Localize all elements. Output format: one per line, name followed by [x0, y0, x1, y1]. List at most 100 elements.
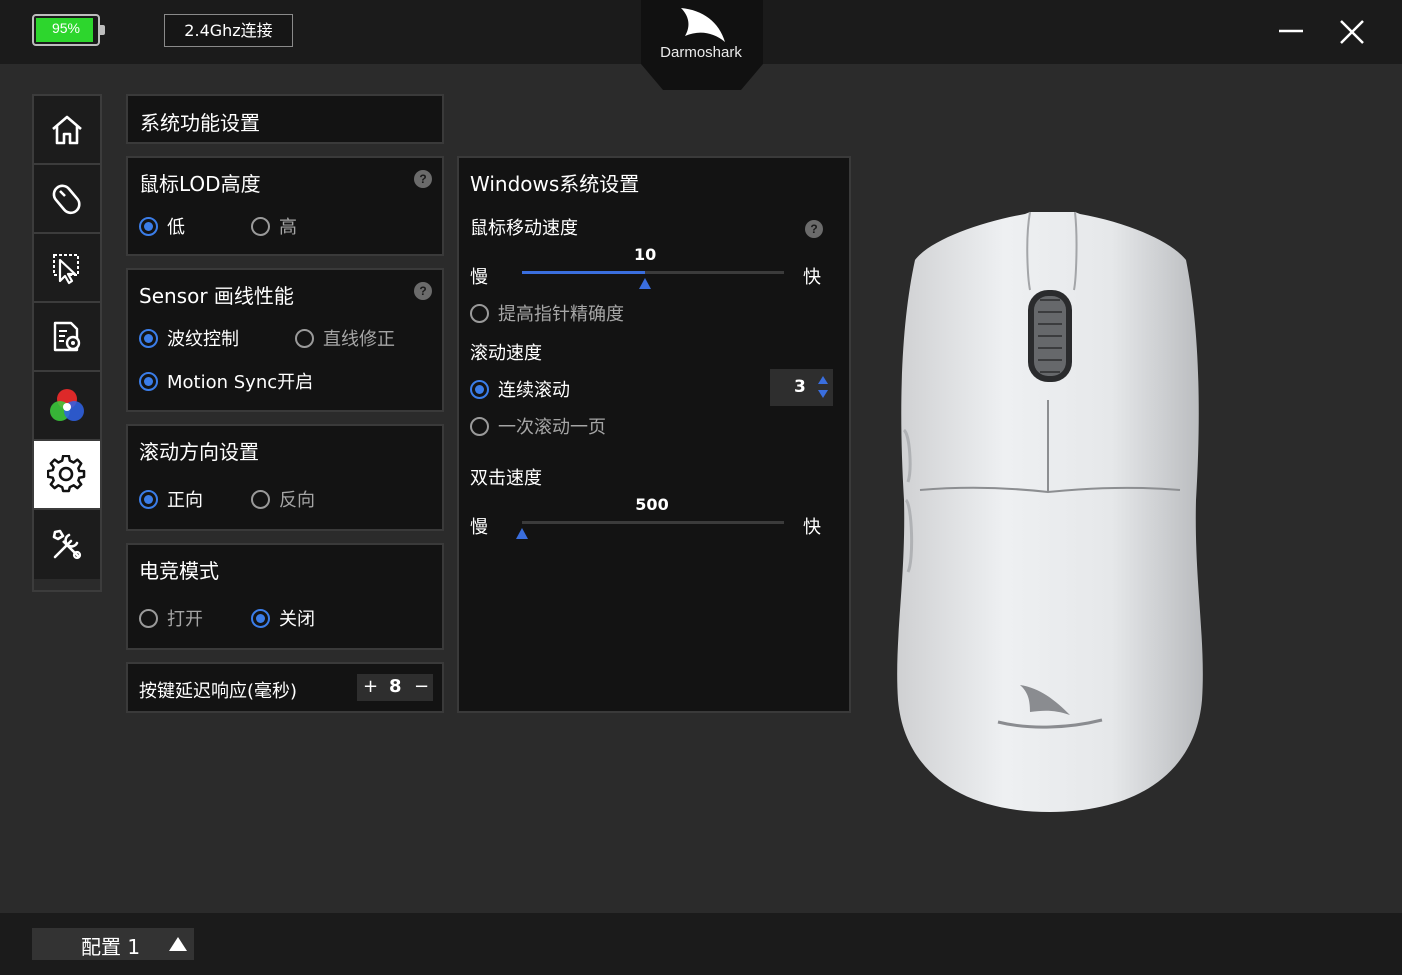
- scroll-speed-label: 滚动速度: [470, 343, 542, 364]
- triangle-up-icon[interactable]: [169, 937, 187, 951]
- profile-label: 配置 1: [81, 935, 141, 959]
- lod-option-low-label: 低: [167, 217, 185, 238]
- radio-selected-icon: [139, 489, 158, 509]
- sidebar-item-home[interactable]: [34, 96, 100, 165]
- sidebar-item-performance[interactable]: [34, 303, 100, 372]
- esports-option-on[interactable]: 打开: [139, 605, 203, 631]
- radio-selected-icon: [470, 379, 489, 399]
- scroll-direction-title: 滚动方向设置: [139, 440, 259, 464]
- esports-option-off-label: 关闭: [279, 609, 315, 630]
- sidebar-item-lighting[interactable]: [34, 372, 100, 441]
- sidebar-nav: [32, 94, 102, 592]
- close-button[interactable]: [1336, 16, 1368, 48]
- scroll-page-label: 一次滚动一页: [498, 417, 606, 438]
- double-click-thumb[interactable]: [516, 528, 528, 539]
- sensor-option-motion-sync[interactable]: Motion Sync开启: [139, 368, 313, 394]
- spinner-up-arrow-icon[interactable]: [818, 376, 828, 384]
- pointer-precision-option[interactable]: 提高指针精确度: [470, 300, 624, 326]
- rgb-icon: [50, 388, 84, 421]
- lod-option-high-label: 高: [279, 217, 297, 238]
- double-click-slider[interactable]: [522, 521, 784, 524]
- radio-unselected-icon: [251, 216, 270, 236]
- scroll-direction-forward[interactable]: 正向: [139, 486, 203, 512]
- key-latency-panel: 按键延迟响应(毫秒) + 8 −: [126, 662, 444, 713]
- double-click-fast-label: 快: [803, 517, 821, 538]
- sensor-option-angle-snap-label: 直线修正: [323, 329, 395, 350]
- sensor-option-angle-snap[interactable]: 直线修正: [295, 325, 395, 351]
- scroll-continuous-option[interactable]: 连续滚动: [470, 376, 570, 402]
- battery-indicator: 95%: [32, 14, 105, 46]
- lod-title: 鼠标LOD高度: [139, 172, 261, 196]
- radio-selected-icon: [139, 371, 158, 391]
- radio-unselected-icon: [295, 328, 314, 348]
- pointer-speed-thumb[interactable]: [639, 278, 652, 289]
- lod-option-high[interactable]: 高: [251, 213, 297, 239]
- brand-logo-text: Darmoshark: [660, 44, 742, 61]
- document-gear-icon: [53, 321, 81, 351]
- latency-increase-button[interactable]: +: [363, 676, 378, 697]
- esports-option-on-label: 打开: [167, 609, 203, 630]
- double-click-label: 双击速度: [470, 468, 542, 489]
- pointer-speed-label: 鼠标移动速度: [470, 218, 578, 239]
- lod-help-icon[interactable]: ?: [414, 170, 432, 188]
- bottom-bar: 配置 1: [0, 913, 1402, 975]
- scroll-direction-reverse[interactable]: 反向: [251, 486, 315, 512]
- scroll-lines-value: 3: [794, 377, 806, 397]
- pointer-speed-fast-label: 快: [803, 267, 821, 288]
- pointer-icon: [53, 253, 79, 284]
- windows-settings-panel: Windows系统设置 鼠标移动速度 ? 10 慢 快 提高指针精确度 滚动速度…: [457, 156, 851, 713]
- mouse-icon: [52, 184, 81, 214]
- esports-option-off[interactable]: 关闭: [251, 605, 315, 631]
- sidebar-item-tools[interactable]: [34, 510, 100, 579]
- scroll-direction-forward-label: 正向: [167, 490, 203, 511]
- sensor-panel: Sensor 画线性能 ? 波纹控制 直线修正 Motion Sync开启: [126, 268, 444, 412]
- scroll-page-option[interactable]: 一次滚动一页: [470, 413, 606, 439]
- scroll-lines-spinner[interactable]: 3: [770, 369, 833, 406]
- esports-title: 电竞模式: [139, 559, 219, 583]
- scroll-continuous-label: 连续滚动: [498, 380, 570, 401]
- profile-selector[interactable]: 配置 1: [32, 928, 194, 960]
- section-title-box: 系统功能设置: [126, 94, 444, 144]
- battery-percent: 95%: [51, 20, 81, 36]
- pointer-precision-label: 提高指针精确度: [498, 304, 624, 325]
- double-click-slow-label: 慢: [470, 517, 488, 538]
- sidebar-item-macro[interactable]: [34, 234, 100, 303]
- battery-cap: [100, 25, 105, 35]
- tools-icon: [52, 529, 82, 559]
- esports-panel: 电竞模式 打开 关闭: [126, 543, 444, 650]
- sensor-option-ripple[interactable]: 波纹控制: [139, 325, 239, 351]
- latency-value: 8: [389, 676, 402, 697]
- lod-panel: 鼠标LOD高度 ? 低 高: [126, 156, 444, 256]
- sidebar-item-buttons[interactable]: [34, 165, 100, 234]
- radio-selected-icon: [139, 328, 158, 348]
- scroll-direction-reverse-label: 反向: [279, 490, 315, 511]
- mouse-product-image: [897, 211, 1203, 812]
- sensor-help-icon[interactable]: ?: [414, 282, 432, 300]
- latency-decrease-button[interactable]: −: [414, 676, 429, 697]
- section-title: 系统功能设置: [140, 111, 260, 135]
- key-latency-label: 按键延迟响应(毫秒): [139, 681, 298, 702]
- sensor-option-motion-sync-label: Motion Sync开启: [167, 372, 314, 393]
- pointer-speed-slider[interactable]: [522, 271, 784, 274]
- title-bar: 95% 2.4Ghz连接 Darmoshark: [0, 0, 1402, 90]
- minimize-button[interactable]: [1276, 18, 1306, 44]
- sensor-title: Sensor 画线性能: [139, 284, 294, 308]
- spinner-down-arrow-icon[interactable]: [818, 390, 828, 398]
- windows-title: Windows系统设置: [470, 172, 640, 196]
- lod-option-low[interactable]: 低: [139, 213, 185, 239]
- key-latency-stepper: + 8 −: [357, 674, 433, 701]
- radio-unselected-icon: [251, 489, 270, 509]
- pointer-speed-help-icon[interactable]: ?: [805, 220, 823, 238]
- pointer-speed-value: 10: [633, 245, 657, 264]
- scroll-direction-panel: 滚动方向设置 正向 反向: [126, 424, 444, 531]
- pointer-speed-slow-label: 慢: [470, 267, 488, 288]
- gear-icon: [47, 454, 86, 492]
- radio-unselected-icon: [470, 416, 489, 436]
- home-icon: [52, 115, 82, 144]
- connection-label: 2.4Ghz连接: [164, 14, 293, 47]
- radio-unselected-icon: [139, 608, 158, 628]
- sidebar-item-settings[interactable]: [34, 441, 100, 510]
- radio-selected-icon: [251, 608, 270, 628]
- sensor-option-ripple-label: 波纹控制: [167, 329, 239, 350]
- radio-selected-icon: [139, 216, 158, 236]
